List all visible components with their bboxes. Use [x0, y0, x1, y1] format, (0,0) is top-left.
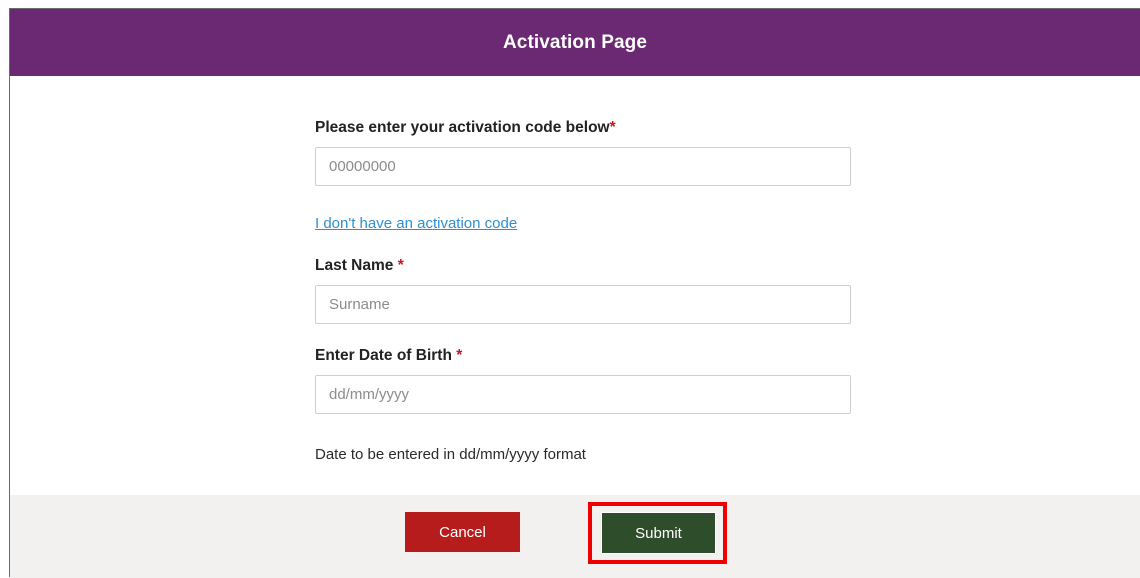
- form-footer: Cancel Submit: [10, 495, 1140, 578]
- activation-panel: Activation Page Please enter your activa…: [9, 8, 1140, 578]
- required-asterisk: *: [397, 257, 404, 274]
- submit-button[interactable]: Submit: [601, 512, 716, 554]
- dob-label-text: Enter Date of Birth: [315, 347, 452, 364]
- dob-input[interactable]: [315, 375, 851, 414]
- last-name-input[interactable]: [315, 285, 851, 324]
- page-title: Activation Page: [502, 31, 648, 53]
- dob-label: Enter Date of Birth *: [315, 347, 462, 365]
- page-header: Activation Page: [10, 9, 1140, 76]
- no-activation-code-link[interactable]: I don't have an activation code: [315, 215, 517, 232]
- activation-code-label: Please enter your activation code below*: [315, 119, 616, 137]
- dob-format-hint: Date to be entered in dd/mm/yyyy format: [315, 446, 586, 463]
- activation-code-input[interactable]: [315, 147, 851, 186]
- cancel-button[interactable]: Cancel: [405, 512, 520, 552]
- required-asterisk: *: [609, 119, 616, 136]
- last-name-label: Last Name *: [315, 257, 404, 275]
- activation-code-label-text: Please enter your activation code below: [315, 119, 610, 136]
- required-asterisk: *: [456, 347, 463, 364]
- last-name-label-text: Last Name: [315, 257, 394, 274]
